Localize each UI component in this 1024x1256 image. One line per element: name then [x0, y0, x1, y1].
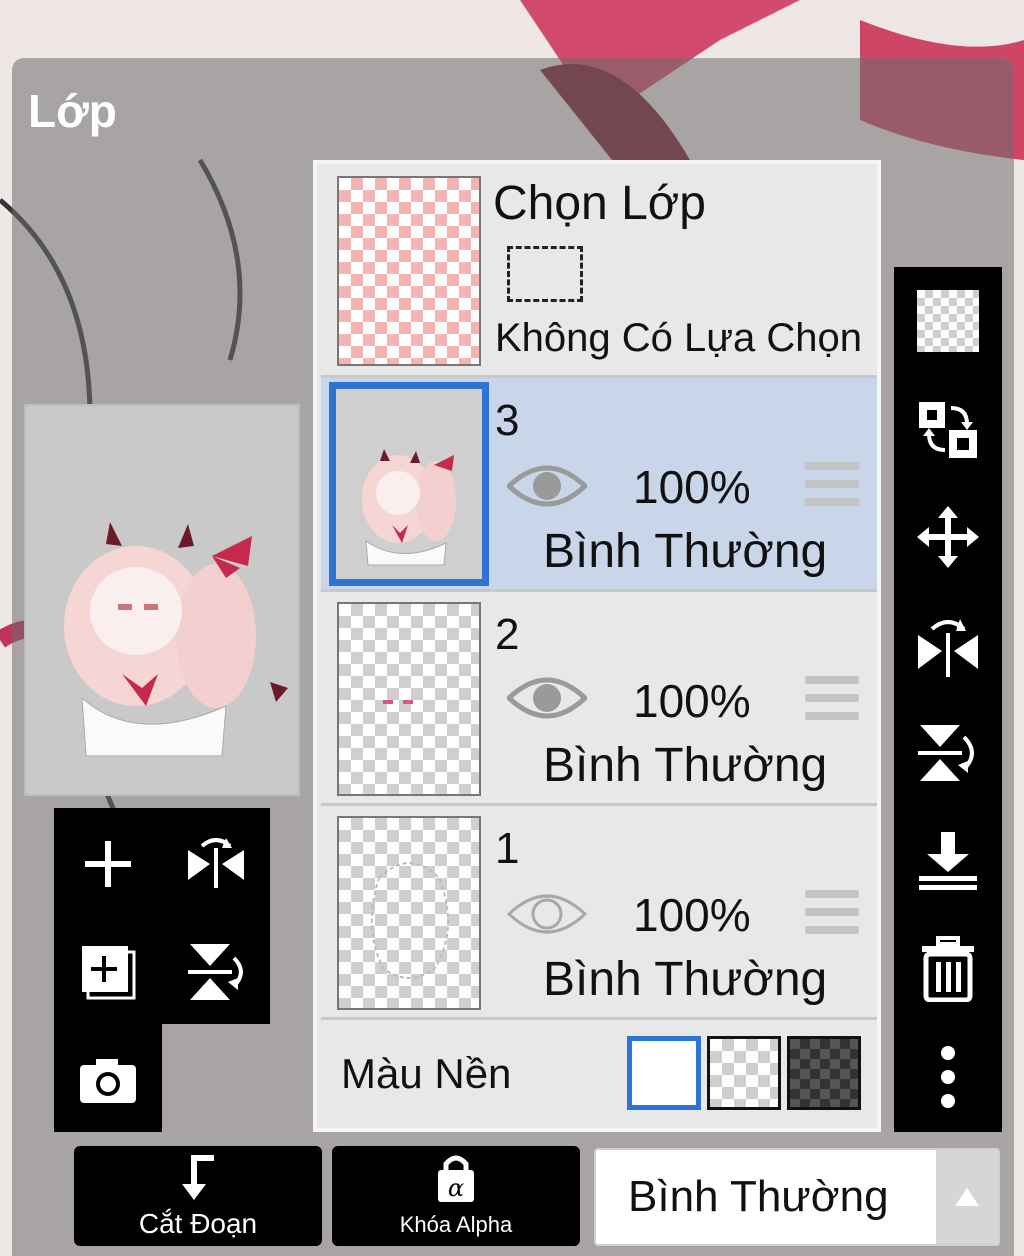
drag-handle-icon[interactable] [805, 462, 859, 506]
layer-1-thumbnail-art [370, 862, 449, 979]
layer-opacity[interactable]: 100% [633, 460, 751, 514]
clipping-button[interactable]: Cắt Đoạn [74, 1146, 322, 1246]
add-layer-copy-icon [82, 946, 136, 1000]
background-color-row: Màu Nền [321, 1020, 877, 1128]
visibility-eye-icon[interactable] [507, 458, 587, 514]
bg-dark-swatch[interactable] [787, 1036, 861, 1110]
layer-row-3[interactable]: 3 100% Bình Thường [321, 378, 877, 592]
layer-2-thumbnail-art [383, 700, 413, 704]
selection-layer-title: Chọn Lớp [493, 177, 706, 230]
clipping-label: Cắt Đoạn [138, 1208, 258, 1239]
blend-mode-select[interactable]: Bình Thường [594, 1148, 1000, 1246]
panel-title: Lớp [28, 85, 117, 137]
right-toolbar [894, 267, 1002, 1132]
alpha-lock-icon: α [438, 1155, 474, 1202]
trash-icon [922, 936, 974, 1002]
add-layer-icon [85, 841, 131, 887]
camera-icon [80, 1059, 136, 1103]
visibility-eye-icon[interactable] [507, 670, 587, 726]
layer-list: Chọn Lớp Không Có Lựa Chọn 3 100% Bình T… [313, 160, 881, 1132]
clipping-arrow-icon [182, 1155, 214, 1200]
blend-mode-dropdown-toggle[interactable] [936, 1150, 998, 1244]
bg-transparent-swatch[interactable] [707, 1036, 781, 1110]
layer-blend-mode: Bình Thường [543, 739, 828, 792]
rotate-flip-horizontal-button[interactable] [908, 605, 988, 685]
layer-blend-mode: Bình Thường [543, 953, 828, 1006]
duplicate-layer-button[interactable] [58, 922, 158, 1022]
camera-button[interactable] [58, 1030, 158, 1130]
flip-horizontal-button[interactable] [166, 814, 266, 914]
move-icon [917, 506, 979, 568]
layer-row-2[interactable]: 2 100% Bình Thường [321, 592, 877, 806]
merge-down-icon [919, 832, 977, 890]
swap-layers-button[interactable] [908, 389, 988, 469]
selection-status: Không Có Lựa Chọn [495, 316, 863, 360]
move-button[interactable] [908, 497, 988, 577]
rotate-flip-vertical-button[interactable] [908, 713, 988, 793]
more-options-icon [941, 1046, 955, 1108]
layer-2-thumbnail[interactable] [337, 602, 481, 796]
layer-number: 2 [495, 610, 520, 659]
layer-1-thumbnail[interactable] [337, 816, 481, 1010]
triangle-up-icon [955, 1188, 979, 1206]
alpha-lock-button[interactable]: α Khóa Alpha [332, 1146, 580, 1246]
flip-vertical-button[interactable] [166, 922, 266, 1022]
swap-layers-icon [919, 402, 977, 458]
layer-3-thumbnail-art [362, 449, 456, 566]
bg-white-swatch[interactable] [627, 1036, 701, 1110]
background-color-label: Màu Nền [341, 1050, 512, 1097]
alpha-lock-label: Khóa Alpha [399, 1212, 513, 1237]
layer-blend-mode: Bình Thường [543, 525, 828, 578]
layer-number: 3 [495, 396, 520, 445]
add-layer-button[interactable] [58, 814, 158, 914]
rotate-flip-vertical-icon [918, 725, 974, 781]
transparency-icon [917, 290, 979, 352]
selection-thumbnail [337, 176, 481, 366]
character-illustration-preview [64, 522, 288, 757]
visibility-eye-hidden-icon[interactable] [507, 886, 587, 942]
more-options-button[interactable] [908, 1037, 988, 1117]
drag-handle-icon[interactable] [805, 890, 859, 934]
selection-layer-row[interactable]: Chọn Lớp Không Có Lựa Chọn [321, 164, 877, 378]
layer-row-1[interactable]: 1 100% Bình Thường [321, 806, 877, 1020]
merge-down-button[interactable] [908, 821, 988, 901]
layer-number: 1 [495, 824, 520, 873]
svg-text:α: α [448, 1174, 464, 1202]
selection-marquee-icon [507, 246, 583, 302]
flip-horizontal-icon [188, 838, 244, 888]
blend-mode-value: Bình Thường [628, 1172, 889, 1221]
layer-opacity[interactable]: 100% [633, 888, 751, 942]
layer-3-thumbnail[interactable] [329, 382, 489, 586]
canvas-preview[interactable] [24, 404, 300, 796]
flip-vertical-icon [188, 944, 243, 1000]
rotate-flip-horizontal-icon [918, 619, 978, 677]
transparency-button[interactable] [908, 281, 988, 361]
drag-handle-icon[interactable] [805, 676, 859, 720]
layer-opacity[interactable]: 100% [633, 674, 751, 728]
delete-layer-button[interactable] [908, 929, 988, 1009]
